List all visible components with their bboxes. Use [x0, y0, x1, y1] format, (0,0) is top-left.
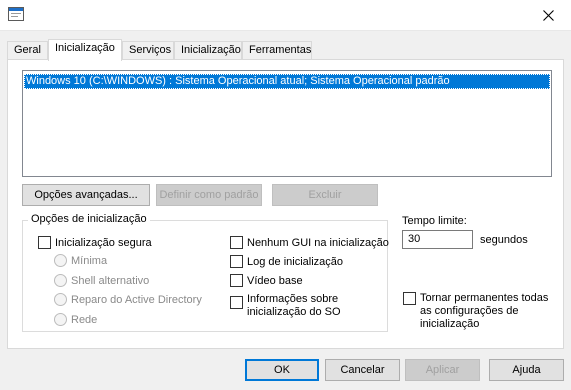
- help-button[interactable]: Ajuda: [489, 359, 564, 381]
- cancel-button[interactable]: Cancelar: [325, 359, 400, 381]
- make-permanent-checkbox[interactable]: Tornar permanentes todas as configuraçõe…: [403, 292, 548, 331]
- ad-repair-label: Reparo do Active Directory: [71, 293, 202, 306]
- advanced-options-button[interactable]: Opções avançadas...: [22, 184, 150, 206]
- make-permanent-label: Tornar permanentes todas as configuraçõe…: [420, 292, 549, 330]
- checkbox-box: [230, 274, 243, 287]
- checkbox-box: [403, 292, 416, 305]
- boot-entries-list[interactable]: Windows 10 (C:\WINDOWS) : Sistema Operac…: [22, 70, 552, 177]
- radio-circle: [54, 274, 67, 287]
- boot-tab-panel: Windows 10 (C:\WINDOWS) : Sistema Operac…: [7, 59, 564, 349]
- base-video-checkbox[interactable]: Vídeo base: [230, 274, 303, 287]
- safe-boot-checkbox[interactable]: Inicialização segura: [38, 236, 152, 249]
- tab-services[interactable]: Serviços: [122, 41, 174, 60]
- boot-options-title: Opções de inicialização: [28, 213, 150, 225]
- minimal-label: Mínima: [71, 254, 108, 267]
- radio-circle: [54, 313, 67, 326]
- window-app-icon: [8, 7, 24, 21]
- tab-startup[interactable]: Inicialização: [174, 41, 242, 60]
- checkbox-box: [230, 236, 243, 249]
- radio-circle: [54, 293, 67, 306]
- minimal-radio[interactable]: Mínima: [54, 254, 107, 267]
- checkbox-box: [230, 296, 243, 309]
- radio-circle: [54, 254, 67, 267]
- apply-button[interactable]: Aplicar: [405, 359, 480, 381]
- delete-button[interactable]: Excluir: [272, 184, 378, 206]
- network-label: Rede: [71, 313, 98, 326]
- set-default-button[interactable]: Definir como padrão: [156, 184, 262, 206]
- boot-options-group: Opções de inicialização Inicialização se…: [22, 213, 389, 332]
- ok-button[interactable]: OK: [245, 359, 319, 381]
- os-boot-info-label: Informações sobre inicialização do SO: [247, 293, 341, 318]
- timeout-label: Tempo limite:: [402, 215, 467, 227]
- boot-log-label: Log de inicialização: [247, 255, 344, 268]
- no-gui-checkbox[interactable]: Nenhum GUI na inicialização: [230, 236, 389, 249]
- alternate-shell-radio[interactable]: Shell alternativo: [54, 274, 149, 287]
- checkbox-box: [38, 236, 51, 249]
- network-radio[interactable]: Rede: [54, 313, 97, 326]
- base-video-label: Vídeo base: [247, 274, 303, 287]
- tab-general[interactable]: Geral: [7, 41, 48, 60]
- tab-boot[interactable]: Inicialização: [48, 39, 122, 61]
- tab-tools[interactable]: Ferramentas: [242, 41, 312, 60]
- os-boot-info-checkbox[interactable]: Informações sobre inicialização do SO: [230, 293, 341, 319]
- alternate-shell-label: Shell alternativo: [71, 274, 150, 287]
- boot-entry-row[interactable]: Windows 10 (C:\WINDOWS) : Sistema Operac…: [24, 74, 550, 89]
- no-gui-label: Nenhum GUI na inicialização: [247, 236, 389, 249]
- timeout-input[interactable]: 30: [402, 230, 473, 249]
- boot-log-checkbox[interactable]: Log de inicialização: [230, 255, 343, 268]
- close-icon: [542, 10, 554, 21]
- ad-repair-radio[interactable]: Reparo do Active Directory: [54, 293, 202, 306]
- safe-boot-label: Inicialização segura: [55, 236, 152, 249]
- title-bar: [0, 0, 571, 31]
- timeout-unit: segundos: [480, 234, 528, 246]
- checkbox-box: [230, 255, 243, 268]
- close-button[interactable]: [525, 0, 571, 31]
